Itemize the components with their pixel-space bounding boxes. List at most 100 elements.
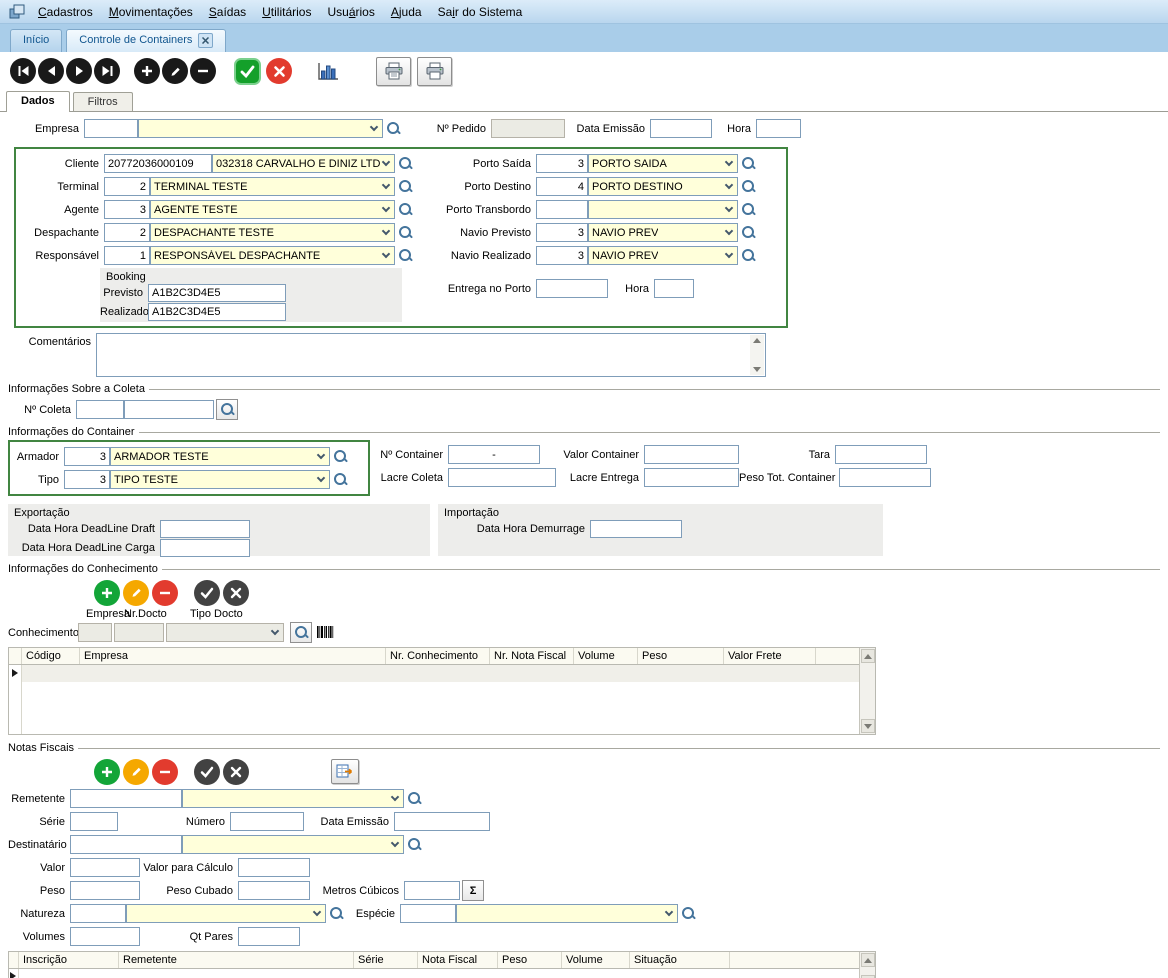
menu-item-saidas[interactable]: Saídas <box>201 1 254 23</box>
deadline-draft-input[interactable] <box>160 520 250 538</box>
insert-button[interactable] <box>134 58 160 84</box>
porto-destino-search-icon[interactable] <box>741 179 756 194</box>
column-header-volume[interactable]: Volume <box>574 648 638 664</box>
hora-input[interactable] <box>756 119 801 138</box>
scroll-up-icon[interactable] <box>753 338 761 343</box>
tipo-search-icon[interactable] <box>333 472 348 487</box>
destinatario-search-icon[interactable] <box>407 837 422 852</box>
cliente-combo[interactable]: 032318 CARVALHO E DINIZ LTD <box>212 154 395 173</box>
cliente-code-input[interactable] <box>104 154 212 173</box>
menu-item-sair-do-sistema[interactable]: Sair do Sistema <box>430 1 531 23</box>
column-header-peso[interactable]: Peso <box>498 952 562 968</box>
column-header-empresa[interactable]: Empresa <box>80 648 386 664</box>
natureza-code-input[interactable] <box>70 904 126 923</box>
n-container-input[interactable] <box>448 445 540 464</box>
valor-input[interactable] <box>70 858 140 877</box>
tipo-code-input[interactable] <box>64 470 110 489</box>
natureza-combo[interactable] <box>126 904 326 923</box>
porto-saida-search-icon[interactable] <box>741 156 756 171</box>
navio-previsto-code-input[interactable] <box>536 223 588 242</box>
porto-transbordo-code-input[interactable] <box>536 200 588 219</box>
navio-realizado-search-icon[interactable] <box>741 248 756 263</box>
porto-saida-combo[interactable]: PORTO SAIDA <box>588 154 738 173</box>
empresa-combo[interactable] <box>138 119 383 138</box>
nota-cancel-button[interactable] <box>223 759 249 785</box>
cancel-button[interactable] <box>266 58 292 84</box>
column-header-codigo[interactable]: Código <box>22 648 80 664</box>
peso-tot-container-input[interactable] <box>839 468 931 487</box>
peso-input[interactable] <box>70 881 140 900</box>
conhecimento-grid-scrollbar[interactable] <box>859 648 875 734</box>
column-header-volume[interactable]: Volume <box>562 952 630 968</box>
terminal-search-icon[interactable] <box>398 179 413 194</box>
comentarios-scrollbar[interactable] <box>750 335 764 375</box>
especie-search-icon[interactable] <box>681 906 696 921</box>
menu-item-utilitarios[interactable]: Utilitários <box>254 1 319 23</box>
remetente-search-icon[interactable] <box>407 791 422 806</box>
conhecimento-cancel-button[interactable] <box>223 580 249 606</box>
column-header-remetente[interactable]: Remetente <box>119 952 354 968</box>
nota-edit-button[interactable] <box>123 759 149 785</box>
porto-destino-code-input[interactable] <box>536 177 588 196</box>
peso-cubado-input[interactable] <box>238 881 310 900</box>
empresa-search-icon[interactable] <box>386 121 401 136</box>
navio-previsto-search-icon[interactable] <box>741 225 756 240</box>
menu-item-cadastros[interactable]: Cadastros <box>30 1 101 23</box>
remetente-combo[interactable] <box>182 789 404 808</box>
agente-code-input[interactable] <box>104 200 150 219</box>
n-coleta-code-input[interactable] <box>76 400 124 419</box>
responsavel-combo[interactable]: RESPONSÁVEL DESPACHANTE <box>150 246 395 265</box>
destinatario-code-input[interactable] <box>70 835 182 854</box>
natureza-search-icon[interactable] <box>329 906 344 921</box>
lacre-coleta-input[interactable] <box>448 468 556 487</box>
column-header-valor-frete[interactable]: Valor Frete <box>724 648 816 664</box>
navio-previsto-combo[interactable]: NAVIO PREV <box>588 223 738 242</box>
previous-record-button[interactable] <box>38 58 64 84</box>
deadline-carga-input[interactable] <box>160 539 250 557</box>
tab-close-icon[interactable] <box>198 33 213 48</box>
cliente-search-icon[interactable] <box>398 156 413 171</box>
tab-dados[interactable]: Dados <box>6 91 70 112</box>
nota-confirm-button[interactable] <box>194 759 220 785</box>
data-emissao-input[interactable] <box>650 119 712 138</box>
scroll-up-button[interactable] <box>861 953 875 967</box>
scroll-down-button[interactable] <box>861 719 875 733</box>
demurrage-input[interactable] <box>590 520 682 538</box>
navio-realizado-code-input[interactable] <box>536 246 588 265</box>
delete-button[interactable] <box>190 58 216 84</box>
column-header-nr-nota-fiscal[interactable]: Nr. Nota Fiscal <box>490 648 574 664</box>
conhecimento-search-button[interactable] <box>290 622 312 643</box>
column-header-peso[interactable]: Peso <box>638 648 724 664</box>
tipo-combo[interactable]: TIPO TESTE <box>110 470 330 489</box>
especie-combo[interactable] <box>456 904 678 923</box>
column-header-nota-fiscal[interactable]: Nota Fiscal <box>418 952 498 968</box>
print-button[interactable] <box>417 57 452 86</box>
remetente-code-input[interactable] <box>70 789 182 808</box>
conhecimento-edit-button[interactable] <box>123 580 149 606</box>
valor-calculo-input[interactable] <box>238 858 310 877</box>
navio-realizado-combo[interactable]: NAVIO PREV <box>588 246 738 265</box>
tab-inicio[interactable]: Início <box>10 29 62 52</box>
agente-combo[interactable]: AGENTE TESTE <box>150 200 395 219</box>
despachante-combo[interactable]: DESPACHANTE TESTE <box>150 223 395 242</box>
next-record-button[interactable] <box>66 58 92 84</box>
armador-combo[interactable]: ARMADOR TESTE <box>110 447 330 466</box>
numero-input[interactable] <box>230 812 304 831</box>
menu-item-movimentacoes[interactable]: Movimentações <box>101 1 201 23</box>
nota-data-emissao-input[interactable] <box>394 812 490 831</box>
tara-input[interactable] <box>835 445 927 464</box>
sum-button[interactable]: Σ <box>462 880 484 901</box>
volumes-input[interactable] <box>70 927 140 946</box>
empresa-code-input[interactable] <box>84 119 138 138</box>
porto-transbordo-search-icon[interactable] <box>741 202 756 217</box>
porto-transbordo-combo[interactable] <box>588 200 738 219</box>
conhecimento-confirm-button[interactable] <box>194 580 220 606</box>
terminal-code-input[interactable] <box>104 177 150 196</box>
print-preview-button[interactable] <box>376 57 411 86</box>
qt-pares-input[interactable] <box>238 927 300 946</box>
booking-realizado-input[interactable] <box>148 303 286 321</box>
responsavel-search-icon[interactable] <box>398 248 413 263</box>
tab-filtros[interactable]: Filtros <box>73 92 133 111</box>
chart-button[interactable] <box>316 61 340 82</box>
armador-search-icon[interactable] <box>333 449 348 464</box>
